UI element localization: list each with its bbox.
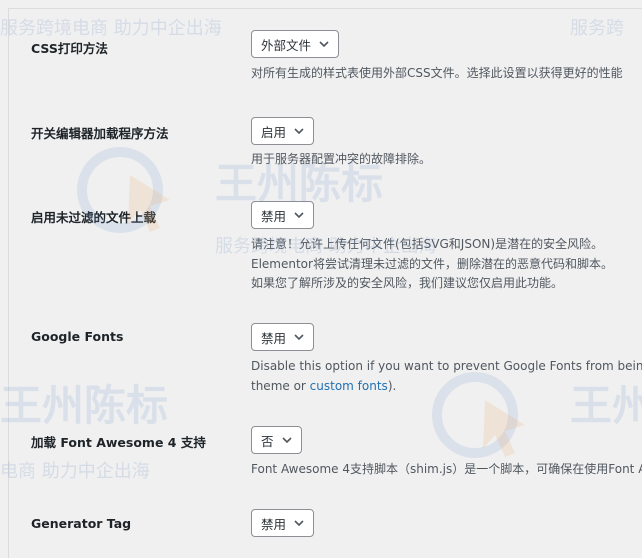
setting-label: 加载 Font Awesome 4 支持 — [31, 435, 206, 450]
setting-description: Disable this option if you want to preve… — [251, 357, 642, 396]
select-value: 禁用 — [261, 330, 287, 346]
description-line: theme or custom fonts). — [251, 377, 642, 397]
chevron-down-icon — [294, 520, 304, 527]
select-value: 禁用 — [261, 208, 287, 224]
setting-description: 对所有生成的样式表使用外部CSS文件。选择此设置以获得更好的性能 — [251, 66, 623, 80]
setting-description: 用于服务器配置冲突的故障排除。 — [251, 152, 432, 166]
font-awesome-4-select[interactable]: 否 — [251, 426, 302, 454]
description-text: ). — [387, 378, 397, 393]
setting-label: CSS打印方法 — [31, 41, 108, 56]
chevron-down-icon — [319, 41, 329, 48]
description-text: theme or — [251, 378, 310, 393]
css-print-method-select[interactable]: 外部文件 — [251, 30, 340, 58]
description-line: Disable this option if you want to preve… — [251, 359, 642, 373]
setting-description: Font Awesome 4支持脚本（shim.js）是一个脚本，可确保在使用F… — [251, 462, 642, 476]
chevron-down-icon — [294, 334, 304, 341]
custom-fonts-link[interactable]: custom fonts — [310, 379, 388, 393]
editor-loader-method-select[interactable]: 启用 — [251, 117, 315, 145]
select-value: 启用 — [261, 124, 287, 140]
unfiltered-uploads-select[interactable]: 禁用 — [251, 201, 315, 229]
chevron-down-icon — [294, 212, 304, 219]
select-value: 否 — [261, 433, 274, 449]
setting-label: Google Fonts — [31, 329, 124, 344]
select-value: 外部文件 — [261, 37, 312, 53]
select-value: 禁用 — [261, 516, 287, 532]
setting-label: 开关编辑器加载程序方法 — [31, 126, 169, 141]
description-line: Elementor将尝试清理未过滤的文件，删除潜在的恶意代码和脚本。 — [251, 256, 613, 271]
description-line: 如果您了解所涉及的安全风险，我们建议您仅启用此功能。 — [251, 276, 564, 290]
settings-panel: CSS打印方法 外部文件 对所有生成的样式表使用外部CSS文件。选择此设置以获得… — [8, 8, 642, 558]
generator-tag-select[interactable]: 禁用 — [251, 509, 315, 537]
setting-label: Generator Tag — [31, 516, 132, 531]
chevron-down-icon — [281, 437, 292, 444]
google-fonts-select[interactable]: 禁用 — [251, 323, 315, 351]
chevron-down-icon — [294, 128, 304, 135]
setting-label: 启用未过滤的文件上载 — [31, 210, 157, 225]
setting-description: 请注意！允许上传任何文件(包括SVG和JSON)是潜在的安全风险。 Elemen… — [251, 235, 642, 294]
description-line: 请注意！允许上传任何文件(包括SVG和JSON)是潜在的安全风险。 — [251, 237, 604, 251]
